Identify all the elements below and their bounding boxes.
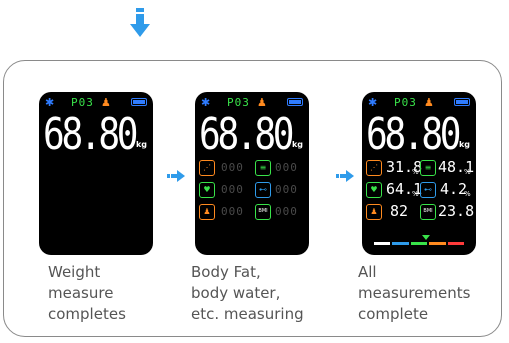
body-fat-icon: ⋰ [366, 160, 382, 176]
caption-step-2: Body Fat, body water, etc. measuring [191, 262, 304, 325]
person-icon: ♟ [101, 96, 111, 109]
body-water-value: 000 [275, 161, 298, 174]
range-segment [374, 242, 391, 245]
caption-line: All [358, 263, 377, 281]
body-fat-icon: ⋰ [199, 160, 215, 176]
caption-line: complete [358, 305, 429, 323]
range-segment [410, 242, 428, 245]
bone-unit: % [464, 190, 471, 198]
user-code: P03 [394, 96, 417, 109]
right-arrow-icon [336, 170, 354, 182]
body-water-unit: % [464, 168, 471, 176]
bmi-value: 23.8 [438, 202, 475, 220]
weight-readout: 68.80 [366, 109, 462, 160]
scale-display-weight: ✱ P03 ♟ 68.80 kg [39, 92, 153, 255]
battery-icon [287, 98, 303, 106]
weight-readout: 68.80 [199, 109, 295, 160]
caption-line: body water, [191, 284, 281, 302]
metabolic-value: 000 [221, 205, 244, 218]
range-indicator-icon [422, 235, 430, 240]
metrics-grid: ⋰ 31.8 % ≡ 48.1 % ♥ 64.1 % ⊷ 4.2 % ♟ 82 … [366, 158, 475, 226]
bone-value: 000 [275, 183, 298, 196]
range-segment [392, 242, 409, 245]
weight-unit: kg [135, 140, 147, 149]
caption-line: measurements [358, 284, 471, 302]
display-header: ✱ P03 ♟ [45, 96, 147, 110]
bone-icon: ⊷ [420, 182, 436, 198]
weight-readout: 68.80 [43, 109, 139, 160]
metrics-row: ♥ 000 ⊷ 000 [199, 182, 305, 204]
down-arrow-icon [130, 8, 150, 37]
weight-unit: kg [291, 140, 303, 149]
caption-line: completes [48, 305, 126, 323]
metrics-row: ♟ 82 BMI 23.8 [366, 202, 475, 226]
bmi-value: 000 [275, 205, 298, 218]
muscle-unit: % [412, 190, 419, 198]
metrics-row: ⋰ 000 ≡ 000 [199, 160, 305, 182]
user-code: P03 [227, 96, 250, 109]
body-water-icon: ≡ [255, 160, 271, 176]
range-segment [429, 242, 446, 245]
right-arrow-icon [167, 170, 185, 182]
scale-display-complete: ✱ P03 ♟ 68.80 kg ⋰ 31.8 % ≡ 48.1 % ♥ 64.… [362, 92, 476, 255]
metrics-row: ⋰ 31.8 % ≡ 48.1 % [366, 158, 474, 182]
muscle-icon: ♥ [199, 182, 215, 198]
caption-line: measure [48, 284, 114, 302]
user-code: P03 [71, 96, 94, 109]
bmi-icon: BMI [420, 204, 436, 220]
muscle-value: 000 [221, 183, 244, 196]
metrics-row: ♟ 000 BMI 000 [199, 204, 305, 226]
metabolic-value: 82 [390, 202, 409, 220]
metrics-row: ♥ 64.1 % ⊷ 4.2 % [366, 180, 472, 204]
range-segment [447, 242, 465, 245]
display-header: ✱ P03 ♟ [201, 96, 303, 110]
bluetooth-icon: ✱ [45, 96, 55, 109]
bone-icon: ⊷ [255, 182, 271, 198]
caption-step-3: All measurements complete [358, 262, 470, 325]
person-icon: ♟ [424, 96, 434, 109]
caption-line: Body Fat, [191, 263, 261, 281]
bmi-icon: BMI [255, 204, 271, 220]
person-icon: ♟ [199, 204, 215, 220]
bluetooth-icon: ✱ [368, 96, 378, 109]
bluetooth-icon: ✱ [201, 96, 211, 109]
range-bar [374, 242, 465, 245]
body-fat-value: 000 [221, 161, 244, 174]
battery-icon [131, 98, 147, 106]
body-fat-unit: % [412, 168, 419, 176]
muscle-icon: ♥ [366, 182, 382, 198]
caption-step-1: Weight measure completes [48, 262, 126, 325]
weight-unit: kg [458, 140, 470, 149]
person-icon: ♟ [257, 96, 267, 109]
battery-icon [454, 98, 470, 106]
person-icon: ♟ [366, 204, 382, 220]
scale-display-measuring: ✱ P03 ♟ 68.80 kg ⋰ 000 ≡ 000 ♥ 000 ⊷ 000… [195, 92, 309, 255]
display-header: ✱ P03 ♟ [368, 96, 470, 110]
metrics-grid: ⋰ 000 ≡ 000 ♥ 000 ⊷ 000 ♟ 000 BMI 000 [199, 160, 305, 226]
body-water-icon: ≡ [420, 160, 436, 176]
caption-line: Weight [48, 263, 101, 281]
caption-line: etc. measuring [191, 305, 304, 323]
